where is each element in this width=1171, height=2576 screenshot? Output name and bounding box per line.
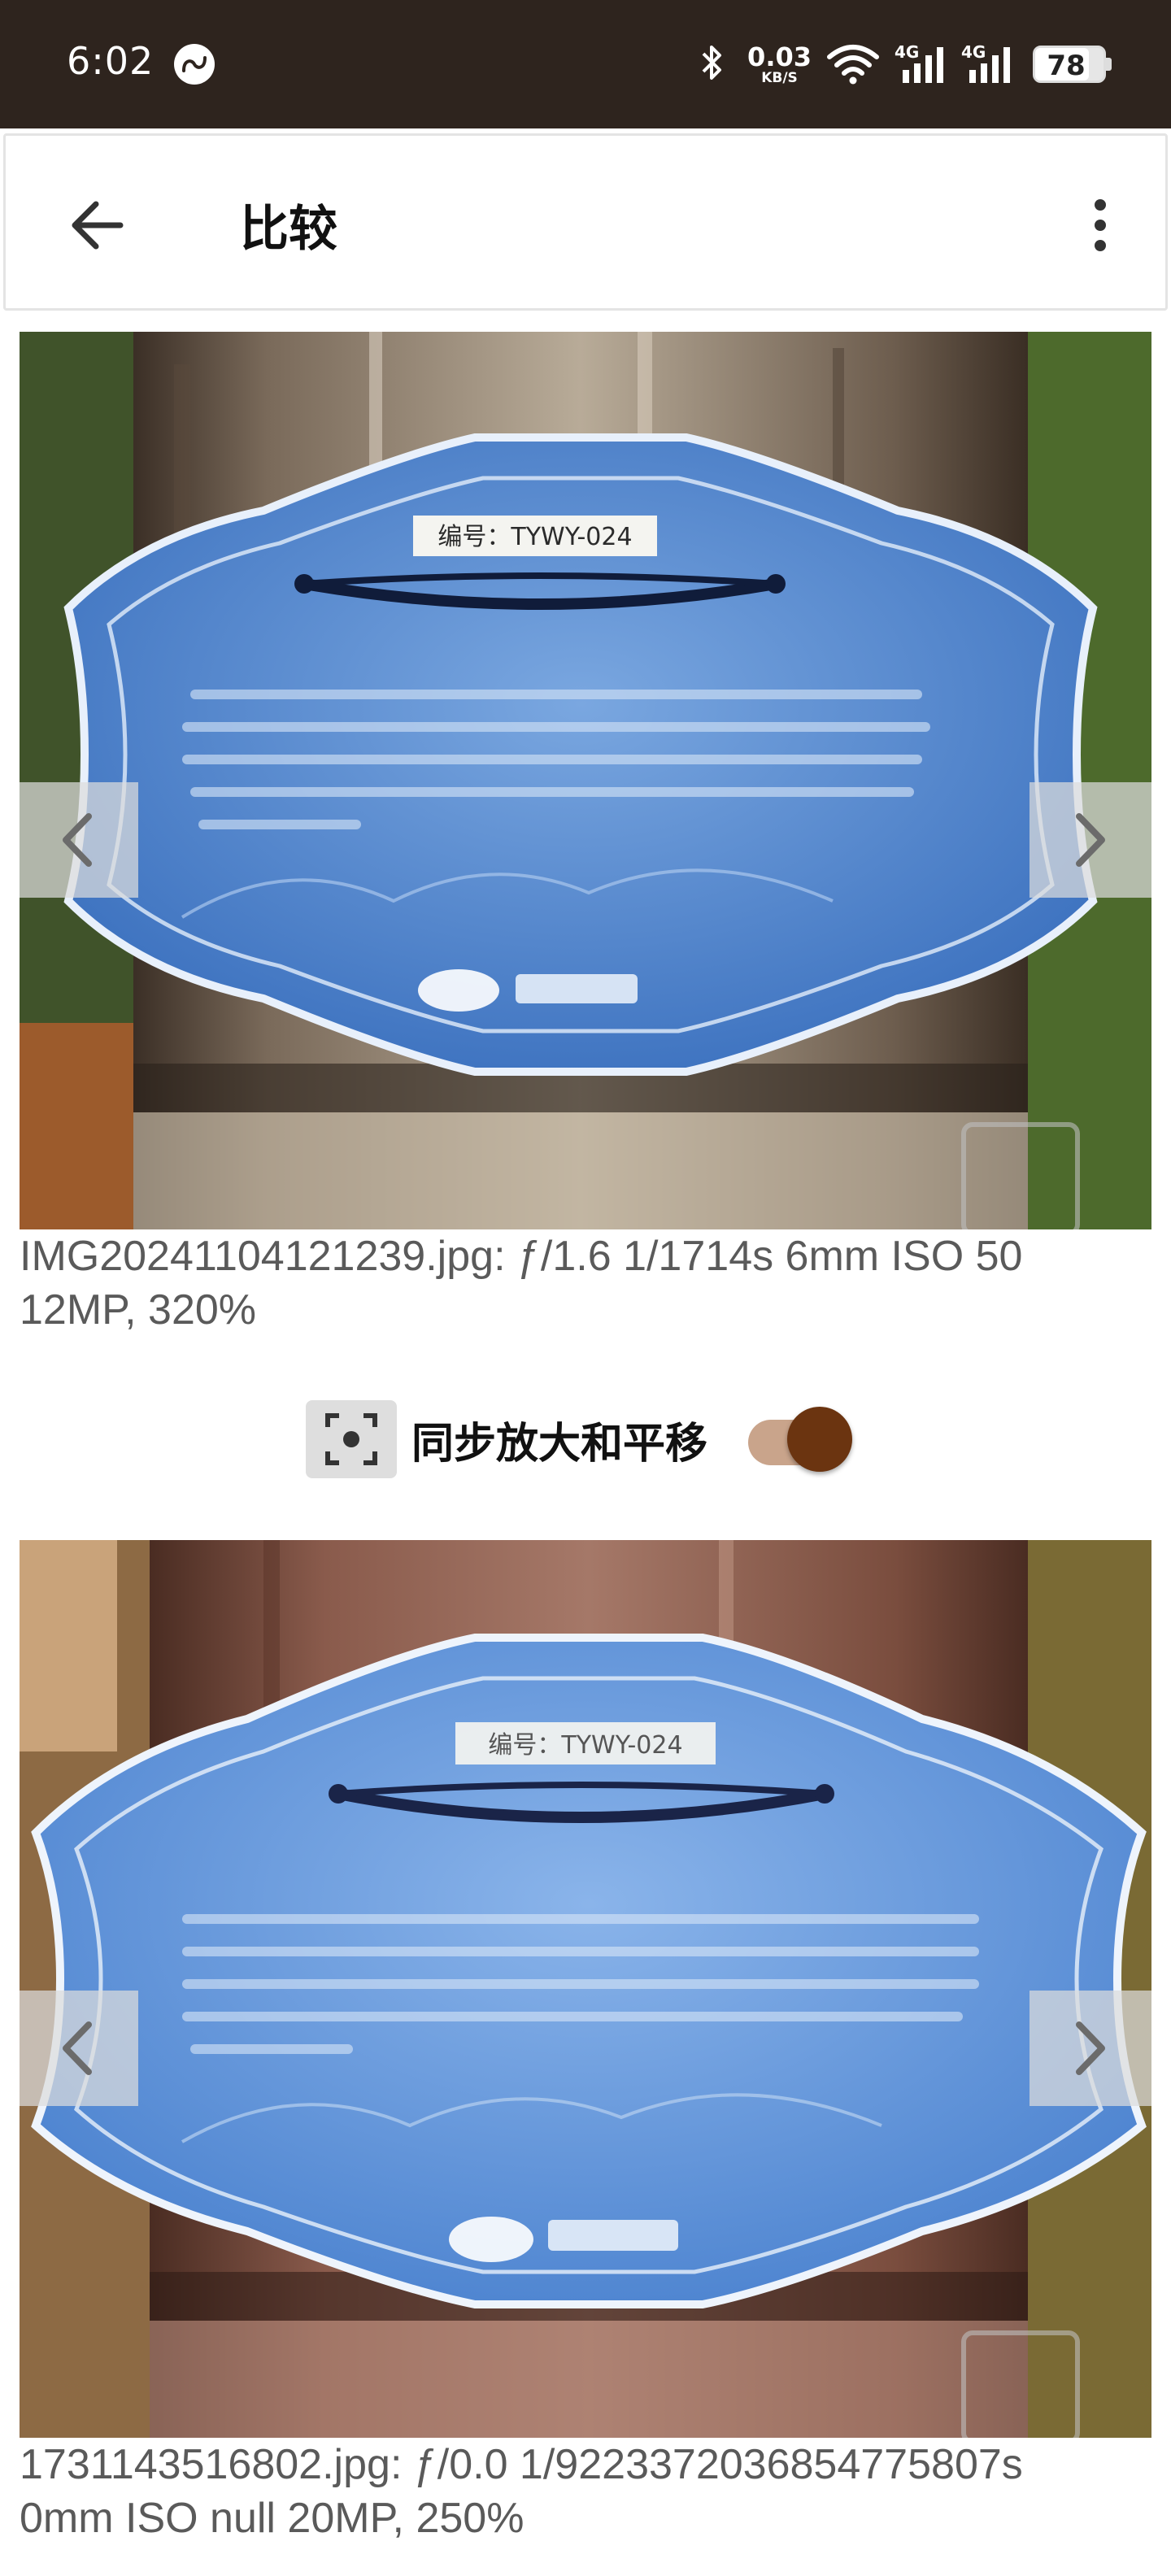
next-image-button[interactable] [1030,782,1151,898]
status-time: 6:02 [67,39,155,83]
sign-id-text-2: 编号：TYWY-024 [488,1731,682,1760]
previous-image-button[interactable] [20,1991,138,2106]
status-icons: 0.03 KB/S 4G 4G 78 [700,36,1112,93]
next-image-button[interactable] [1030,1991,1151,2106]
battery-icon: 78 [1033,46,1112,83]
arrow-left-icon [72,201,124,250]
sign-id-text-1: 编号：TYWY-024 [437,523,632,551]
net-speed: 0.03 KB/S [747,44,812,85]
image-info-caption-1: IMG20241104121239.jpg: ƒ/1.6 1/1714s 6mm… [20,1233,1023,1334]
battery-level: 78 [1047,50,1086,82]
status-bar: 6:02 0.03 KB/S 4G 4G 78 [0,0,1171,128]
net-speed-unit: KB/S [761,69,798,86]
previous-image-button[interactable] [20,782,138,898]
photo-1[interactable]: 编号：TYWY-024 [20,332,1151,1229]
app-notification-icon [174,44,215,85]
chevron-left-icon [63,813,92,867]
net-speed-value: 0.03 [747,41,812,72]
image-viewer-2[interactable]: 编号：TYWY-024 [20,1540,1151,2438]
app-bar: 比较 [3,133,1168,311]
image-info-caption-2: 1731143516802.jpg: ƒ/0.0 1/9223372036854… [20,2441,1023,2542]
bluetooth-icon [700,44,725,85]
sync-zoom-pan-label: 同步放大和平移 [411,1419,708,1469]
more-vertical-icon [1095,199,1106,251]
select-image-checkbox[interactable] [961,1122,1080,1229]
cell-signal-icon: 4G [961,42,1013,86]
sync-zoom-pan-row: 同步放大和平移 [306,1399,853,1480]
focus-icon [306,1400,397,1478]
cell-signal-icon: 4G [895,42,947,86]
more-options-button[interactable] [1068,186,1133,264]
chevron-left-icon [63,2021,92,2075]
photo-2[interactable]: 编号：TYWY-024 [20,1540,1151,2438]
sync-zoom-pan-toggle[interactable] [748,1405,853,1473]
chevron-right-icon [1076,2021,1105,2075]
select-image-checkbox[interactable] [961,2330,1080,2438]
page-title: 比较 [240,201,337,258]
image-viewer-1[interactable]: 编号：TYWY-024 [20,332,1151,1229]
chevron-right-icon [1076,813,1105,867]
wifi-icon [826,41,880,88]
back-button[interactable] [58,186,136,264]
